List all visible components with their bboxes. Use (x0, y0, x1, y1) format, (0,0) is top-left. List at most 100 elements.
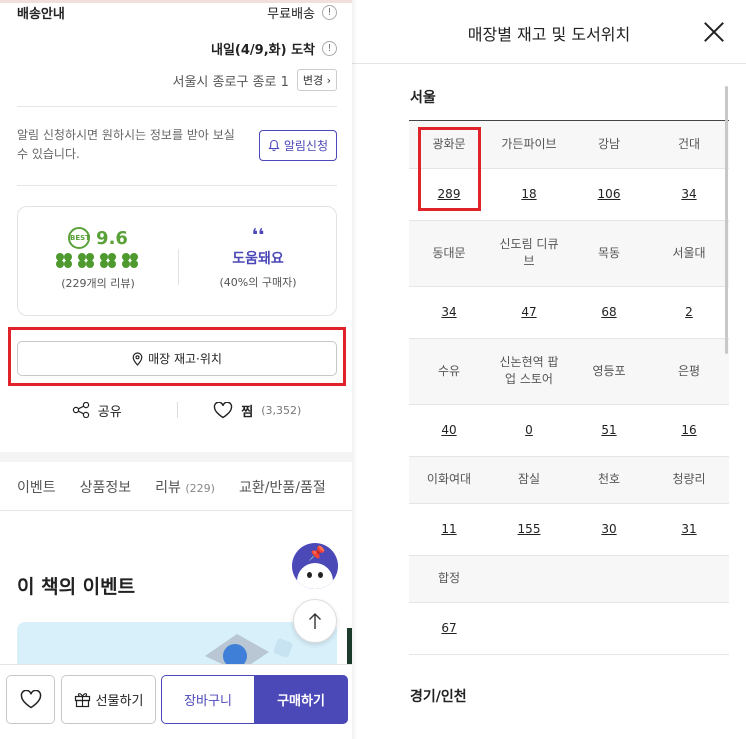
store-name: 신논현역 팝업 스토어 (489, 338, 569, 405)
panel-header-divider (352, 63, 746, 64)
stock-count-link[interactable]: 34 (681, 187, 696, 201)
tab-review[interactable]: 리뷰 (229) (155, 477, 215, 497)
panel-shadow (352, 0, 357, 739)
arrow-up-icon (309, 613, 321, 629)
divider (17, 106, 337, 107)
helpful-percent: (40%의 구매자) (219, 276, 297, 289)
empty-cell (649, 602, 729, 655)
store-name: 은평 (649, 338, 729, 405)
best-badge-icon: BEST (68, 227, 91, 249)
store-stock-panel: 매장별 재고 및 도서위치 서울 광화문 가든파이브 강남 건대 289 18 … (352, 0, 746, 739)
panel-scrollbar[interactable] (725, 86, 728, 354)
info-icon[interactable]: ! (322, 4, 337, 20)
product-tabs: 이벤트 상품정보 리뷰 (229) 교환/반품/품절 (17, 477, 326, 497)
arrival-row: 내일(4/9,화) 도착 ! (17, 38, 337, 58)
wish-count: (3,352) (261, 403, 302, 417)
arrival-date: 내일(4/9,화) 도착 (211, 42, 315, 58)
divider (17, 185, 337, 186)
store-name: 목동 (569, 220, 649, 287)
address-row: 서울시 종로구 종로 1 변경 › (17, 68, 337, 92)
share-label: 공유 (97, 404, 122, 420)
stock-count-link[interactable]: 16 (681, 423, 696, 437)
region-title-gyeonggi: 경기/인천 (410, 689, 467, 705)
stock-count-link[interactable]: 68 (601, 305, 616, 319)
store-name: 합정 (409, 555, 489, 603)
tab-return-exchange[interactable]: 교환/반품/품절 (239, 477, 326, 497)
scroll-top-button[interactable] (293, 599, 337, 643)
store-name: 가든파이브 (489, 121, 569, 169)
stock-count-link[interactable]: 34 (441, 305, 456, 319)
review-count: (229개의 리뷰) (61, 277, 135, 290)
store-name: 잠실 (489, 456, 569, 504)
empty-cell (489, 555, 569, 603)
shipping-row: 배송안내 무료배송 ! (17, 3, 337, 22)
gift-icon (74, 693, 90, 708)
store-name: 강남 (569, 121, 649, 169)
cart-button[interactable]: 장바구니 (161, 675, 255, 724)
buy-button[interactable]: 구매하기 (254, 675, 348, 724)
clover-rating (18, 253, 178, 269)
tab-event[interactable]: 이벤트 (17, 477, 56, 497)
store-name: 서울대 (649, 220, 729, 287)
change-address-button[interactable]: 변경 › (296, 69, 337, 91)
share-button[interactable]: 공유 (17, 401, 177, 420)
region-title-seoul: 서울 (410, 90, 436, 106)
empty-cell (649, 555, 729, 603)
clover-icon (122, 253, 140, 269)
shipping-label: 배송안내 (17, 6, 65, 22)
stock-count-link[interactable]: 40 (441, 423, 456, 437)
heart-icon (20, 690, 41, 709)
wish-toggle-button[interactable] (6, 675, 55, 724)
store-stock-label: 매장 재고·위치 (148, 352, 222, 366)
rating-column[interactable]: BEST 9.6 (229개의 리뷰) (18, 227, 178, 291)
product-detail-page: 배송안내 무료배송 ! 내일(4/9,화) 도착 ! 서울시 종로구 종로 1 … (0, 0, 352, 739)
stock-count-link[interactable]: 18 (521, 187, 536, 201)
store-name: 영등포 (569, 338, 649, 405)
helpful-column[interactable]: ❛❛ 도움돼요 (40%의 구매자) (178, 227, 338, 290)
helpful-label: 도움돼요 (232, 251, 284, 267)
notify-description: 알림 신청하시면 원하시는 정보를 받아 보실 수 있습니다. (17, 128, 235, 161)
delivery-address: 서울시 종로구 종로 1 (172, 74, 289, 90)
gift-button[interactable]: 선물하기 (61, 675, 156, 724)
store-stock-button[interactable]: 매장 재고·위치 (17, 341, 337, 376)
empty-cell (489, 602, 569, 655)
store-name: 건대 (649, 121, 729, 169)
info-icon[interactable]: ! (322, 40, 337, 56)
tabs-underline (0, 510, 352, 511)
location-pin-icon (132, 351, 143, 366)
store-name: 이화여대 (409, 456, 489, 504)
clover-icon (56, 253, 74, 269)
notify-button[interactable]: 알림신청 (258, 129, 337, 161)
stock-count-link[interactable]: 0 (525, 423, 533, 437)
stock-count-link[interactable]: 11 (441, 522, 456, 536)
stock-count-link[interactable]: 47 (521, 305, 536, 319)
store-name: 청량리 (649, 456, 729, 504)
mascot-pin-button[interactable]: 📌 (292, 543, 338, 589)
stock-count-link[interactable]: 2 (685, 305, 693, 319)
empty-cell (569, 602, 649, 655)
empty-cell (569, 555, 649, 603)
section-divider-band (0, 452, 352, 462)
tab-product-info[interactable]: 상품정보 (80, 477, 132, 497)
stock-count-link[interactable]: 155 (518, 522, 541, 536)
bottom-action-bar: 선물하기 장바구니 구매하기 (0, 664, 352, 739)
stock-count-link[interactable]: 106 (598, 187, 621, 201)
stock-count-link[interactable]: 31 (681, 522, 696, 536)
wish-label: 찜 (241, 404, 254, 420)
store-name: 수유 (409, 338, 489, 405)
close-icon[interactable] (701, 19, 727, 45)
notify-row: 알림 신청하시면 원하시는 정보를 받아 보실 수 있습니다. 알림신청 (17, 125, 337, 165)
store-name: 천호 (569, 456, 649, 504)
event-section-title: 이 책의 이벤트 (17, 576, 136, 598)
heart-icon (214, 401, 233, 418)
quote-icon: ❛❛ (251, 225, 265, 246)
wish-button[interactable]: 찜 (3,352) (178, 401, 338, 420)
bell-icon (268, 139, 280, 151)
free-shipping-text: 무료배송 (267, 6, 315, 22)
store-name: 동대문 (409, 220, 489, 287)
review-summary-card: BEST 9.6 (229개의 리뷰) ❛❛ 도움돼요 (40%의 구매자) (17, 206, 337, 316)
stock-count-link[interactable]: 51 (601, 423, 616, 437)
stock-count-link[interactable]: 67 (441, 621, 456, 635)
clover-icon (78, 253, 96, 269)
stock-count-link[interactable]: 30 (601, 522, 616, 536)
